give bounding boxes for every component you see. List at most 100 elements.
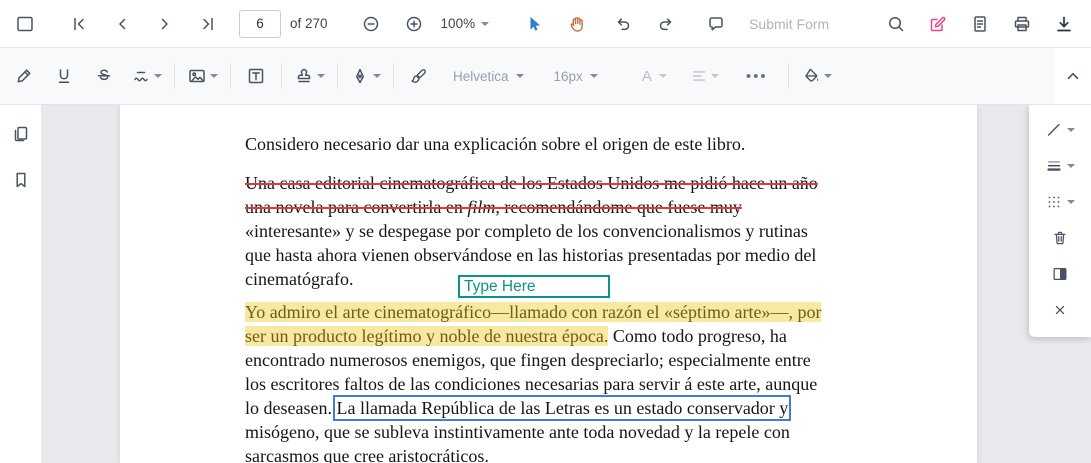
panel-toggle-icon [17, 16, 33, 31]
left-sidebar [0, 105, 41, 463]
first-page-icon [74, 17, 84, 30]
text-align-icon [692, 71, 705, 81]
freetext-tool-icon [248, 68, 264, 84]
bookmark-icon [15, 172, 26, 188]
pdf-page: Considero necesario dar una explicación … [120, 105, 977, 463]
freetext-annotation[interactable]: Type Here [458, 275, 610, 298]
strikeout-tool-icon [97, 69, 111, 81]
line-style-icon [1047, 123, 1060, 136]
search-button[interactable] [881, 9, 911, 39]
zoom-out-button[interactable] [356, 9, 386, 39]
underline-tool-icon [58, 69, 70, 83]
squiggly-tool-icon [134, 71, 148, 82]
layout-split-icon [1053, 267, 1067, 281]
freetext-tool-button[interactable] [240, 60, 272, 92]
text-color-label: A [641, 67, 652, 85]
brush-tool-button[interactable] [403, 60, 435, 92]
undo-button[interactable] [608, 9, 638, 39]
close-panel-button[interactable] [1029, 293, 1091, 327]
text-segment: , recomendándome que fuese muy [495, 197, 742, 217]
notes-icon [974, 15, 986, 32]
layout-split-button[interactable] [1029, 257, 1091, 291]
zoom-level-value: 100% [440, 16, 476, 31]
pen-tool-icon [356, 68, 364, 84]
chevron-down-icon [1067, 200, 1075, 204]
text-segment: lo deseasen. [245, 398, 337, 418]
highlight-tool-button[interactable] [8, 60, 40, 92]
delete-annotation-button[interactable] [1029, 221, 1091, 255]
toolbar-right-group [881, 9, 1081, 39]
divider [281, 63, 282, 89]
search-icon [888, 16, 904, 31]
bookmarks-button[interactable] [6, 165, 36, 195]
text-align-select[interactable] [687, 60, 722, 92]
opacity-icon [1048, 196, 1060, 208]
text-line: que hasta ahora vienen observándose en l… [245, 245, 817, 265]
format-toolbar: Helvetica 16px A ••• [0, 48, 1091, 105]
strikeout-annotation[interactable]: una novela para convertirla en film, rec… [245, 197, 742, 217]
text-segment: una novela para convertirla en [245, 197, 468, 217]
highlight-annotation[interactable]: Yo admiro el arte cinematográfico—llamad… [245, 302, 822, 322]
close-icon [1055, 305, 1065, 315]
image-tool-button[interactable] [184, 60, 221, 92]
tool-group [519, 9, 592, 39]
text-line: encontrado numerosos enemigos, que finge… [245, 350, 811, 370]
rectangle-annotation[interactable]: La llamada República de las Letras es un… [333, 395, 792, 421]
print-button[interactable] [1007, 9, 1037, 39]
font-family-value: Helvetica [453, 68, 509, 84]
document-viewport[interactable]: Considero necesario dar una explicación … [41, 105, 1091, 463]
divider [337, 63, 338, 89]
select-tool-button[interactable] [519, 9, 549, 39]
text-line: Yo admiro el arte cinematográfico—llamad… [245, 300, 822, 324]
font-family-select[interactable]: Helvetica [449, 60, 528, 92]
highlight-annotation[interactable]: ser un producto legítimo y noble de nues… [245, 326, 609, 346]
pen-tool-button[interactable] [347, 60, 384, 92]
opacity-button[interactable] [1029, 185, 1091, 219]
chevron-down-icon [373, 74, 381, 78]
chevron-down-icon [515, 74, 524, 78]
stamp-tool-button[interactable] [291, 60, 328, 92]
font-size-value: 16px [553, 68, 583, 84]
zoom-level-select[interactable]: 100% [437, 9, 494, 39]
highlight-tool-icon [17, 69, 31, 83]
prev-page-button[interactable] [107, 9, 137, 39]
download-icon [1057, 16, 1071, 31]
panel-toggle-button[interactable] [10, 9, 40, 39]
submit-form-button[interactable]: Submit Form [743, 9, 835, 39]
line-style-button[interactable] [1029, 113, 1091, 147]
divider [787, 63, 789, 89]
chevron-down-icon [823, 74, 832, 78]
last-page-icon [203, 17, 213, 30]
strikeout-tool-button[interactable] [88, 60, 120, 92]
page-number-input[interactable] [239, 9, 281, 38]
font-size-select[interactable]: 16px [550, 60, 602, 92]
download-button[interactable] [1049, 9, 1079, 39]
next-page-button[interactable] [150, 9, 180, 39]
form-edit-button[interactable] [923, 9, 953, 39]
text-line: Considero necesario dar una explicación … [245, 134, 746, 154]
strikeout-annotation[interactable]: Una casa editorial cinematográfica de lo… [245, 173, 818, 193]
comment-button[interactable] [701, 9, 731, 39]
text-line: una novela para convertirla en film, rec… [245, 195, 821, 219]
notes-button[interactable] [965, 9, 995, 39]
last-page-button[interactable] [193, 9, 223, 39]
chevron-down-icon [710, 74, 719, 78]
pages-icon [14, 126, 27, 142]
page-thumbnails-button[interactable] [6, 119, 36, 149]
pan-tool-button[interactable] [562, 9, 592, 39]
first-page-button[interactable] [64, 9, 94, 39]
squiggly-tool-button[interactable] [128, 60, 165, 92]
underline-tool-button[interactable] [48, 60, 80, 92]
pan-tool-icon [570, 16, 583, 32]
redo-button[interactable] [651, 9, 681, 39]
text-color-select[interactable]: A [638, 60, 671, 92]
annotation-style-panel [1029, 105, 1091, 337]
more-options-button[interactable]: ••• [742, 68, 772, 85]
collapse-toolbar-button[interactable] [1055, 48, 1091, 104]
divider [230, 63, 231, 89]
zoom-in-button[interactable] [399, 9, 429, 39]
fill-color-button[interactable] [798, 60, 835, 92]
page-count-label: of 270 [290, 16, 328, 31]
fill-color-icon [804, 68, 818, 82]
thickness-button[interactable] [1029, 149, 1091, 183]
